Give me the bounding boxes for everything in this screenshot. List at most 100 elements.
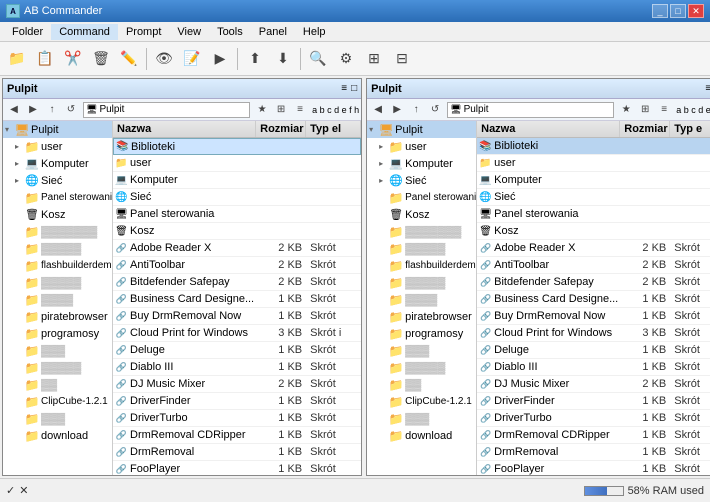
maximize-button[interactable]: □ (670, 4, 686, 18)
list-item[interactable]: 🔗 DrmRemoval 1 KB Skrót (113, 444, 361, 461)
tree-item[interactable]: ▾ 🖥 Pulpit (367, 121, 476, 138)
right-refresh-button[interactable]: ↺ (426, 101, 444, 119)
list-item[interactable]: 🔗 Business Card Designe... 1 KB Skrót (113, 291, 361, 308)
tree-item[interactable]: 📁 download (3, 427, 112, 444)
list-item[interactable]: 💻 Komputer (477, 172, 710, 189)
list-item[interactable]: 🔗 DriverTurbo 1 KB Skrót (113, 410, 361, 427)
tree-item[interactable]: ▸ 🌐 Sieć (3, 172, 112, 189)
list-item[interactable]: 🔗 FooPlayer 1 KB Skrót (477, 461, 710, 475)
list-item[interactable]: 🔗 Diablo III 1 KB Skrót (113, 359, 361, 376)
tree-item[interactable]: 📁 piratebrowser (367, 308, 476, 325)
list-item[interactable]: 🔗 DJ Music Mixer 2 KB Skrót (113, 376, 361, 393)
menu-panel[interactable]: Panel (251, 24, 295, 40)
list-item[interactable]: 📁 user (113, 155, 361, 172)
run-button[interactable]: ▶ (207, 46, 233, 72)
list-item[interactable]: 🔗 Buy DrmRemoval Now 1 KB Skrót (477, 308, 710, 325)
tree-item[interactable]: 📁 ▓▓▓ (3, 342, 112, 359)
list-item[interactable]: 🔗 Adobe Reader X 2 KB Skrót (113, 240, 361, 257)
view-button[interactable]: 👁 (151, 46, 177, 72)
tree-item[interactable]: ▸ 🌐 Sieć (367, 172, 476, 189)
filter-button[interactable]: ⚙ (333, 46, 359, 72)
tree-item[interactable]: 📁 download (367, 427, 476, 444)
left-panel-pin[interactable]: ≡ (341, 83, 347, 94)
menu-folder[interactable]: Folder (4, 24, 51, 40)
list-item[interactable]: 🔗 DrmRemoval CDRipper 1 KB Skrót (113, 427, 361, 444)
split-button[interactable]: ⊟ (389, 46, 415, 72)
right-panel-pin[interactable]: ≡ (705, 83, 710, 94)
list-item[interactable]: 🔗 Bitdefender Safepay 2 KB Skrót (477, 274, 710, 291)
tree-item[interactable]: 📁 Panel sterowania (3, 189, 112, 206)
tree-item[interactable]: ▸ 📁 user (3, 138, 112, 155)
right-back-button[interactable]: ◀ (369, 101, 387, 119)
rename-button[interactable]: ✏️ (116, 46, 142, 72)
tree-item[interactable]: 📁 ▓▓▓▓▓ (3, 274, 112, 291)
tree-item[interactable]: 📁 ClipCube-1.2.1 (367, 393, 476, 410)
menu-help[interactable]: Help (295, 24, 334, 40)
list-item[interactable]: 🌐 Sieć (477, 189, 710, 206)
list-item[interactable]: 🔗 Deluge 1 KB Skrót (477, 342, 710, 359)
copy-button[interactable]: 📋 (32, 46, 58, 72)
list-item[interactable]: 🔗 Bitdefender Safepay 2 KB Skrót (113, 274, 361, 291)
list-item[interactable]: 🌐 Sieć (113, 189, 361, 206)
list-item[interactable]: 📚 Biblioteki (477, 138, 710, 155)
left-panel-close[interactable]: □ (351, 83, 357, 94)
list-item[interactable]: 🔗 Diablo III 1 KB Skrót (477, 359, 710, 376)
tree-item[interactable]: ▸ 📁 user (367, 138, 476, 155)
list-item[interactable]: 🔗 DJ Music Mixer 2 KB Skrót (477, 376, 710, 393)
right-star-button[interactable]: ★ (617, 101, 635, 119)
tree-item[interactable]: 📁 ▓▓ (367, 376, 476, 393)
delete-button[interactable]: 🗑 (88, 46, 114, 72)
list-item[interactable]: 🔗 AntiToolbar 2 KB Skrót (113, 257, 361, 274)
close-button[interactable]: ✕ (688, 4, 704, 18)
left-forward-button[interactable]: ▶ (24, 101, 42, 119)
new-folder-button[interactable]: 📁 (4, 46, 30, 72)
left-view2-button[interactable]: ≡ (291, 101, 309, 119)
tree-item[interactable]: 📁 ▓▓ (3, 376, 112, 393)
tree-item[interactable]: 📁 ▓▓▓▓▓ (367, 359, 476, 376)
list-item[interactable]: 💻 Komputer (113, 172, 361, 189)
list-item[interactable]: 🗑 Kosz (477, 223, 710, 240)
tree-item[interactable]: ▸ 💻 Komputer (367, 155, 476, 172)
tree-item[interactable]: 📁 programosy (367, 325, 476, 342)
tree-item[interactable]: 📁 ▓▓▓▓▓ (3, 240, 112, 257)
list-item[interactable]: 🔗 FooPlayer 1 KB Skrót (113, 461, 361, 475)
tree-item[interactable]: 📁 programosy (3, 325, 112, 342)
tree-item[interactable]: 📁 ▓▓▓ (367, 410, 476, 427)
tree-item[interactable]: 📁 ▓▓▓▓▓▓▓ (3, 223, 112, 240)
list-item[interactable]: 🔗 Deluge 1 KB Skrót (113, 342, 361, 359)
left-tree[interactable]: ▾ 🖥 Pulpit ▸ 📁 user ▸ 💻 Komputer ▸ 🌐 (3, 121, 113, 475)
left-refresh-button[interactable]: ↺ (62, 101, 80, 119)
left-up-button[interactable]: ↑ (43, 101, 61, 119)
right-view2-button[interactable]: ≡ (655, 101, 673, 119)
list-item[interactable]: 🔗 Business Card Designe... 1 KB Skrót (477, 291, 710, 308)
menu-prompt[interactable]: Prompt (118, 24, 169, 40)
tree-item[interactable]: 📁 ClipCube-1.2.1 (3, 393, 112, 410)
list-item[interactable]: 🔗 DriverFinder 1 KB Skrót (477, 393, 710, 410)
tree-item[interactable]: 📁 ▓▓▓▓▓▓▓ (367, 223, 476, 240)
tree-item[interactable]: 📁 flashbuilderdem (3, 257, 112, 274)
tree-item[interactable]: ▾ 🖥 Pulpit (3, 121, 112, 138)
list-item[interactable]: 🔗 Cloud Print for Windows 3 KB Skrót i (113, 325, 361, 342)
right-view1-button[interactable]: ⊞ (636, 101, 654, 119)
right-file-list[interactable]: Nazwa Rozmiar Typ e 📚 Biblioteki 📁 user … (477, 121, 710, 475)
tree-item[interactable]: 📁 ▓▓▓▓ (367, 291, 476, 308)
edit-button[interactable]: 📝 (179, 46, 205, 72)
tree-item[interactable]: 📁 ▓▓▓▓▓ (367, 240, 476, 257)
list-item[interactable]: 📚 Biblioteki (113, 138, 361, 155)
list-item[interactable]: 🔗 DrmRemoval CDRipper 1 KB Skrót (477, 427, 710, 444)
tree-item[interactable]: 📁 piratebrowser (3, 308, 112, 325)
tree-item[interactable]: 🗑 Kosz (3, 206, 112, 223)
tree-item[interactable]: 📁 ▓▓▓▓▓ (3, 359, 112, 376)
right-path-bar[interactable]: 🖥 Pulpit (447, 102, 614, 118)
list-item[interactable]: 🔗 Buy DrmRemoval Now 1 KB Skrót (113, 308, 361, 325)
list-item[interactable]: 🔗 DriverFinder 1 KB Skrót (113, 393, 361, 410)
left-file-list[interactable]: Nazwa Rozmiar Typ el 📚 Biblioteki 📁 user… (113, 121, 361, 475)
move-button[interactable]: ✂️ (60, 46, 86, 72)
list-item[interactable]: 🖥 Panel sterowania (113, 206, 361, 223)
menu-command[interactable]: Command (51, 24, 118, 40)
layout-button[interactable]: ⊞ (361, 46, 387, 72)
right-up-button[interactable]: ↑ (407, 101, 425, 119)
tree-item[interactable]: 🗑 Kosz (367, 206, 476, 223)
search-button[interactable]: 🔍 (305, 46, 331, 72)
left-path-bar[interactable]: 🖥 Pulpit (83, 102, 250, 118)
